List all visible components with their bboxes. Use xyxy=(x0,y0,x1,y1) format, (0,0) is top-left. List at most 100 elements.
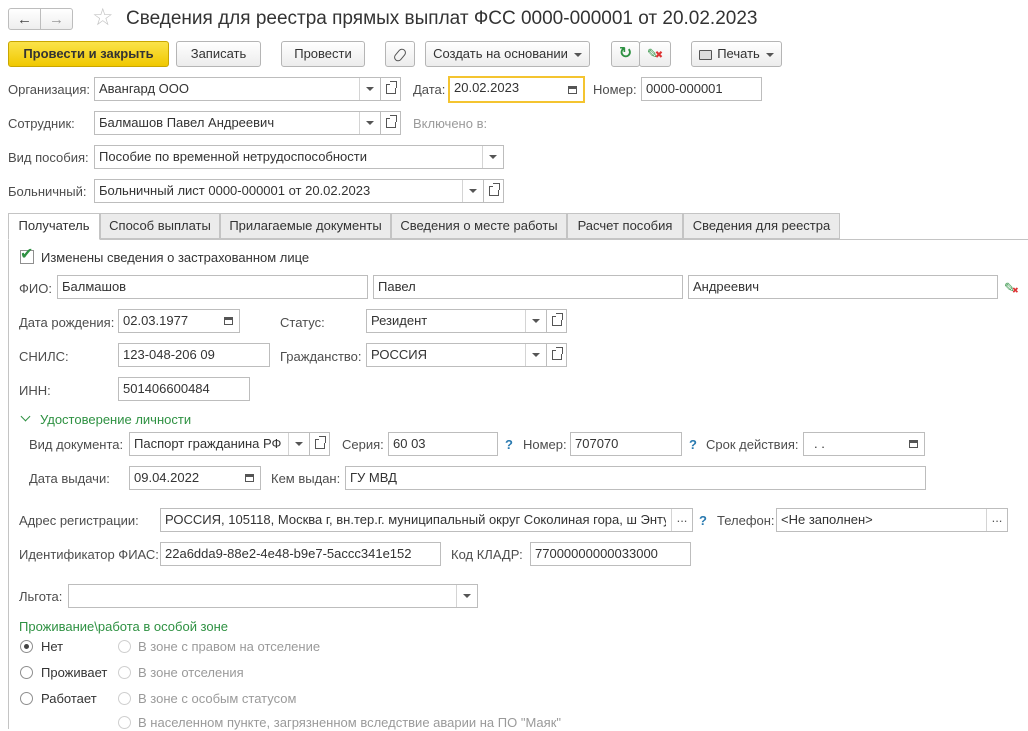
radio-zone-lives-label: Проживает xyxy=(41,665,108,680)
radio-zone-relocation[interactable] xyxy=(118,666,131,679)
radio-zone-relocation-right-label: В зоне с правом на отселение xyxy=(138,639,321,654)
calendar-button[interactable] xyxy=(561,78,583,101)
calendar-button[interactable] xyxy=(902,433,924,455)
printer-icon xyxy=(699,49,713,60)
tab-registry[interactable]: Сведения для реестра xyxy=(683,213,840,239)
kladr-field[interactable]: 77000000000033000 xyxy=(530,542,691,566)
refresh-button[interactable]: ↻ xyxy=(611,41,640,67)
tab-workplace[interactable]: Сведения о месте работы xyxy=(391,213,567,239)
number-field[interactable]: 0000-000001 xyxy=(641,77,762,101)
chevron-down-icon[interactable] xyxy=(525,310,546,332)
radio-zone-works[interactable] xyxy=(20,692,33,705)
radio-zone-relocation-right[interactable] xyxy=(118,640,131,653)
validity-label: Срок действия: xyxy=(706,437,799,452)
fias-field[interactable]: 22a6dda9-88e2-4e48-b9e7-5accc341e152 xyxy=(160,542,441,566)
edit-clear-fio-button[interactable]: ✎ ✖ xyxy=(1004,280,1020,296)
refresh-icon: ↻ xyxy=(618,45,633,62)
post-and-close-button[interactable]: Провести и закрыть xyxy=(8,41,169,67)
identity-section-title[interactable]: Удостоверение личности xyxy=(40,412,191,428)
radio-zone-mayak[interactable] xyxy=(118,716,131,729)
first-name-field[interactable]: Павел xyxy=(373,275,683,299)
identity-collapse-toggle[interactable] xyxy=(20,411,34,426)
birth-date-field[interactable]: 02.03.1977 xyxy=(118,309,240,333)
employee-field[interactable]: Балмашов Павел Андреевич xyxy=(94,111,381,135)
zone-section-title: Проживание\работа в особой зоне xyxy=(19,619,229,634)
chevron-down-icon[interactable] xyxy=(525,344,546,366)
more-button[interactable]: ... xyxy=(671,509,692,531)
doc-type-open-button[interactable] xyxy=(310,432,330,456)
forward-button[interactable]: → xyxy=(40,8,73,30)
tab-payment-method[interactable]: Способ выплаты xyxy=(100,213,220,239)
snils-field[interactable]: 123-048-206 09 xyxy=(118,343,270,367)
open-icon xyxy=(385,115,397,128)
status-open-button[interactable] xyxy=(547,309,567,333)
address-help-icon[interactable]: ? xyxy=(699,513,707,529)
benefit-type-field[interactable]: Пособие по временной нетрудоспособности xyxy=(94,145,504,169)
inn-field[interactable]: 501406600484 xyxy=(118,377,250,401)
number-help-icon[interactable]: ? xyxy=(689,437,697,453)
chevron-down-icon[interactable] xyxy=(482,146,503,168)
org-open-button[interactable] xyxy=(381,77,401,101)
calendar-icon xyxy=(223,317,233,325)
radio-zone-special-status[interactable] xyxy=(118,692,131,705)
edit-clear-button[interactable]: ✎✖ xyxy=(639,41,671,67)
doc-type-field[interactable]: Паспорт гражданина РФ xyxy=(129,432,310,456)
issue-date-label: Дата выдачи: xyxy=(29,471,110,486)
arrow-right-icon: → xyxy=(49,10,64,28)
back-button[interactable]: ← xyxy=(8,8,41,30)
issued-by-field[interactable]: ГУ МВД xyxy=(345,466,926,490)
calendar-icon xyxy=(244,474,254,482)
reg-address-field[interactable]: РОССИЯ, 105118, Москва г, вн.тер.г. муни… xyxy=(160,508,693,532)
tab-attached-docs[interactable]: Прилагаемые документы xyxy=(220,213,391,239)
changed-checkbox[interactable]: ✔ xyxy=(20,246,34,264)
date-field[interactable]: 20.02.2023 xyxy=(448,76,585,103)
arrow-left-icon: ← xyxy=(17,10,32,28)
post-button[interactable]: Провести xyxy=(281,41,365,67)
status-field[interactable]: Резидент xyxy=(366,309,547,333)
calendar-button[interactable] xyxy=(217,310,239,332)
save-button[interactable]: Записать xyxy=(176,41,261,67)
doc-number-field[interactable]: 707070 xyxy=(570,432,682,456)
sick-leave-open-button[interactable] xyxy=(484,179,504,203)
chevron-down-icon[interactable] xyxy=(456,585,477,607)
employee-open-button[interactable] xyxy=(381,111,401,135)
chevron-down-icon[interactable] xyxy=(359,112,380,134)
calendar-icon xyxy=(567,85,577,94)
sick-leave-field[interactable]: Больничный лист 0000-000001 от 20.02.202… xyxy=(94,179,484,203)
favorite-star-icon[interactable]: ☆ xyxy=(92,5,114,31)
org-field[interactable]: Авангард ООО xyxy=(94,77,381,101)
benefit-type-label: Вид пособия: xyxy=(8,150,89,165)
series-help-icon[interactable]: ? xyxy=(505,437,513,453)
radio-zone-none-label: Нет xyxy=(41,639,64,654)
last-name-field[interactable]: Балмашов xyxy=(57,275,368,299)
changed-label: Изменены сведения о застрахованном лице xyxy=(41,250,310,265)
create-based-button[interactable]: Создать на основании xyxy=(425,41,590,67)
page-title: Сведения для реестра прямых выплат ФСС 0… xyxy=(126,8,758,29)
middle-name-field[interactable]: Андреевич xyxy=(688,275,998,299)
phone-field[interactable]: <Не заполнен>... xyxy=(776,508,1008,532)
validity-field[interactable]: . . xyxy=(803,432,925,456)
chevron-down-icon[interactable] xyxy=(359,78,380,100)
calendar-icon xyxy=(908,440,918,448)
radio-zone-none[interactable] xyxy=(20,640,33,653)
more-button[interactable]: ... xyxy=(986,509,1007,531)
cross-icon: ✖ xyxy=(654,50,664,61)
citizenship-open-button[interactable] xyxy=(547,343,567,367)
chevron-down-icon[interactable] xyxy=(288,433,309,455)
series-field[interactable]: 60 03 xyxy=(388,432,498,456)
kladr-label: Код КЛАДР: xyxy=(451,547,523,562)
privilege-field[interactable] xyxy=(68,584,478,608)
org-label: Организация: xyxy=(8,82,91,97)
print-button[interactable]: Печать xyxy=(691,41,782,67)
radio-zone-lives[interactable] xyxy=(20,666,33,679)
issue-date-field[interactable]: 09.04.2022 xyxy=(129,466,261,490)
citizenship-field[interactable]: РОССИЯ xyxy=(366,343,547,367)
calendar-button[interactable] xyxy=(238,467,260,489)
tab-benefit-calc[interactable]: Расчет пособия xyxy=(567,213,683,239)
number-label: Номер: xyxy=(593,82,637,97)
chevron-down-icon[interactable] xyxy=(462,180,483,202)
radio-zone-relocation-label: В зоне отселения xyxy=(138,665,244,680)
attach-button[interactable] xyxy=(385,41,415,67)
series-label: Серия: xyxy=(342,437,384,452)
tab-recipient[interactable]: Получатель xyxy=(8,213,100,240)
